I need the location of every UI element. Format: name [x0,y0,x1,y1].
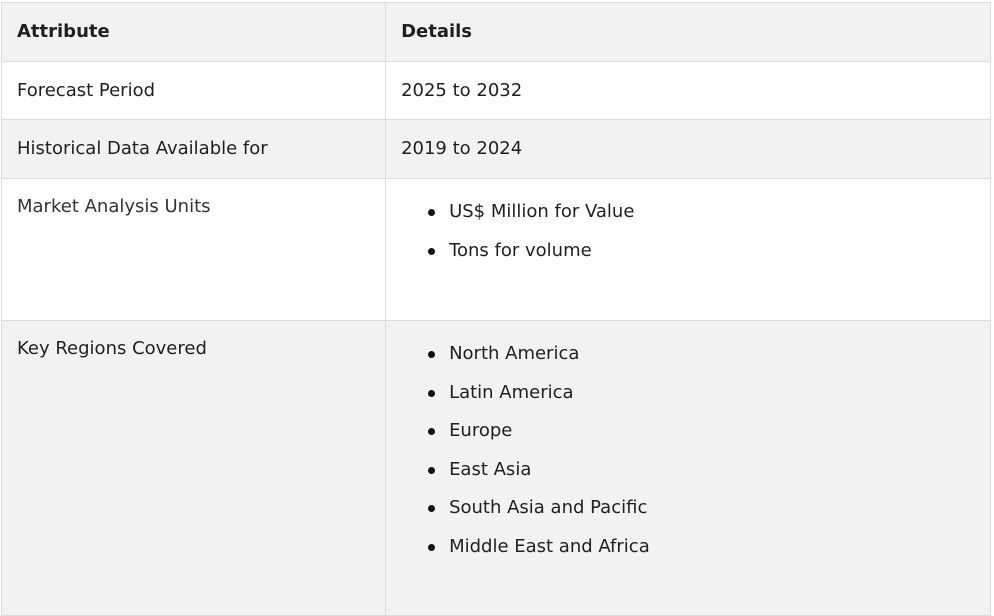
bullet-icon [428,247,436,255]
header-details: Details [385,2,991,62]
attribute-cell: Forecast Period [0,61,387,120]
details-cell: 2025 to 2032 [385,61,991,120]
bullet-icon [428,389,436,397]
regions-list: North America Latin America Europe East … [401,321,975,573]
attribute-cell: Market Analysis Units [0,178,387,321]
attribute-cell: Key Regions Covered [0,320,387,616]
list-item: Tons for volume [401,239,975,278]
table-header-row: Attribute Details [0,2,991,62]
list-item-label: Latin America [449,381,574,403]
list-item: Europe [401,419,975,458]
list-item: North America [401,342,975,381]
attribute-cell: Historical Data Available for [0,119,387,179]
table-row: Historical Data Available for 2019 to 20… [0,119,991,179]
details-cell: US$ Million for Value Tons for volume [385,178,991,321]
details-cell: 2019 to 2024 [385,119,991,179]
table-row: Market Analysis Units US$ Million for Va… [0,178,991,321]
details-cell: North America Latin America Europe East … [385,320,991,616]
list-item-label: Europe [449,420,513,441]
bullet-icon [428,428,436,435]
list-item: Middle East and Africa [401,535,975,574]
list-item: East Asia [401,458,975,497]
table-row: Key Regions Covered North America Latin … [0,320,991,616]
list-item: Latin America [401,381,975,420]
bullet-icon [428,209,436,216]
list-item: South Asia and Pacific [401,496,975,535]
table-row: Forecast Period 2025 to 2032 [0,61,991,120]
list-item-label: South Asia and Pacific [449,497,648,518]
attributes-table: Attribute Details Forecast Period 2025 t… [0,2,991,616]
list-item: US$ Million for Value [401,200,975,239]
bullet-icon [428,543,436,551]
bullet-icon [428,505,436,512]
bullet-icon [428,466,436,474]
list-item-label: North America [449,343,580,364]
header-attribute: Attribute [0,2,387,62]
list-item-label: Middle East and Africa [449,535,650,557]
list-item-label: US$ Million for Value [449,201,635,222]
list-item-label: East Asia [449,458,532,480]
bullet-icon [428,351,436,358]
list-item-label: Tons for volume [449,239,592,261]
units-list: US$ Million for Value Tons for volume [401,179,975,277]
